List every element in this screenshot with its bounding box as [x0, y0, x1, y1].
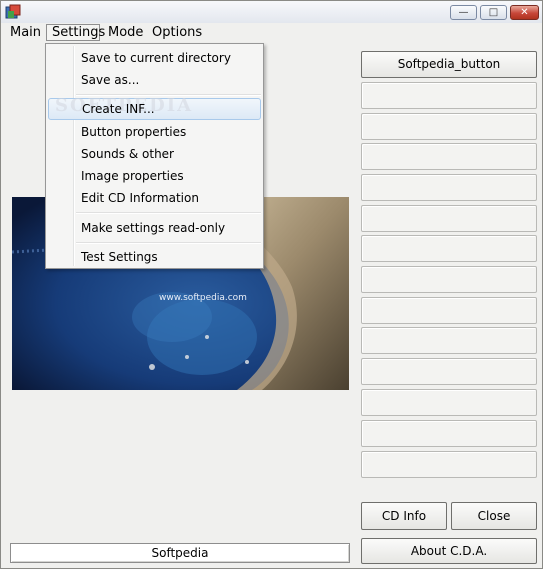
close-icon: ✕ [520, 7, 529, 18]
menu-separator [76, 212, 261, 214]
close-button[interactable]: Close [451, 502, 537, 530]
softpedia-button[interactable]: Softpedia_button [361, 51, 537, 78]
menu-item-test-settings[interactable]: Test Settings [48, 246, 261, 268]
menu-separator [76, 242, 261, 244]
empty-button-12[interactable] [361, 420, 537, 447]
menu-item-edit-cd-info[interactable]: Edit CD Information [48, 187, 261, 209]
menu-item-button-properties[interactable]: Button properties [48, 121, 261, 143]
empty-button-1[interactable] [361, 82, 537, 109]
menu-item-save-as[interactable]: Save as... [48, 69, 261, 91]
empty-button-10[interactable] [361, 358, 537, 385]
menu-item-image-properties[interactable]: Image properties [48, 165, 261, 187]
menu-bar: Main Settings Mode Options [1, 23, 542, 42]
empty-button-6[interactable] [361, 235, 537, 262]
menu-item-sounds-other[interactable]: Sounds & other [48, 143, 261, 165]
menu-item-create-inf[interactable]: SOFTPEDIA Create INF... [48, 96, 261, 120]
minimize-icon: — [458, 7, 469, 18]
maximize-button[interactable]: □ [480, 5, 507, 20]
status-field[interactable]: Softpedia [10, 543, 350, 563]
image-caption: www.softpedia.com [159, 293, 247, 303]
about-button[interactable]: About C.D.A. [361, 538, 537, 564]
empty-button-7[interactable] [361, 266, 537, 293]
cd-info-button[interactable]: CD Info [361, 502, 447, 530]
empty-button-9[interactable] [361, 327, 537, 354]
empty-button-11[interactable] [361, 389, 537, 416]
close-window-button[interactable]: ✕ [510, 5, 539, 20]
empty-button-5[interactable] [361, 205, 537, 232]
app-icon [5, 4, 21, 19]
menu-main[interactable]: Main [5, 24, 46, 41]
app-window: — □ ✕ Main Settings Mode Options www.sof… [0, 0, 543, 569]
menu-mode[interactable]: Mode [103, 24, 148, 41]
menu-options[interactable]: Options [147, 24, 207, 41]
menu-item-create-inf-label: Create INF... [82, 102, 155, 116]
settings-dropdown-menu: Save to current directory Save as... SOF… [45, 43, 264, 269]
maximize-icon: □ [488, 7, 499, 18]
empty-button-13[interactable] [361, 451, 537, 478]
empty-button-4[interactable] [361, 174, 537, 201]
empty-button-3[interactable] [361, 143, 537, 170]
menu-item-read-only[interactable]: Make settings read-only [48, 217, 261, 239]
empty-button-8[interactable] [361, 297, 537, 324]
title-bar[interactable]: — □ ✕ [1, 1, 542, 23]
empty-button-2[interactable] [361, 113, 537, 140]
menu-settings[interactable]: Settings [46, 24, 105, 41]
minimize-button[interactable]: — [450, 5, 477, 20]
menu-item-save-current[interactable]: Save to current directory [48, 47, 261, 69]
